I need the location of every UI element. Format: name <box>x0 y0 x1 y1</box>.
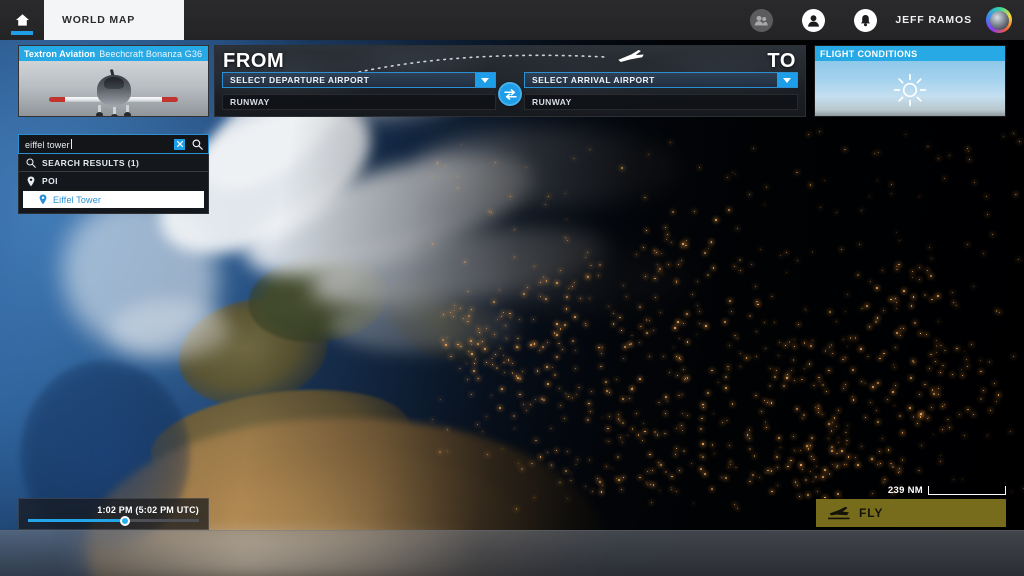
search-results-count: SEARCH RESULTS (1) <box>42 157 140 168</box>
fly-button-label: FLY <box>859 506 884 520</box>
map-pin-icon <box>27 176 35 186</box>
home-button[interactable] <box>0 0 44 40</box>
map-scale-ruler <box>928 486 1006 495</box>
flight-plan-panel: FROM TO SELECT DEPARTURE AIRPORT RUNWAY … <box>214 45 806 117</box>
flight-conditions-title: FLIGHT CONDITIONS <box>820 48 918 59</box>
search-icon <box>192 139 203 150</box>
swap-arrows-icon <box>503 88 517 100</box>
arrival-column: SELECT ARRIVAL AIRPORT RUNWAY <box>524 72 798 110</box>
avatar-image <box>989 10 1009 30</box>
search-submit-button[interactable] <box>190 139 204 150</box>
fly-button[interactable]: FLY <box>816 499 1006 527</box>
aircraft-landing-gear <box>110 107 118 116</box>
departure-runway-value: RUNWAY <box>230 97 270 107</box>
friends-icon <box>749 8 773 32</box>
time-of-day-panel: 1:02 PM (5:02 PM UTC) <box>18 498 209 530</box>
map-scale-distance: 239 NM <box>887 485 923 496</box>
tab-world-map[interactable]: WORLD MAP <box>44 0 184 40</box>
bottom-frosted-bar <box>0 530 1024 576</box>
aircraft-image <box>19 61 208 116</box>
search-category-poi: POI <box>19 172 208 190</box>
flight-conditions-header: FLIGHT CONDITIONS <box>815 46 1005 61</box>
search-results-panel: SEARCH RESULTS (1) POI Eiffel Tower <box>18 154 209 214</box>
search-result-label: Eiffel Tower <box>53 194 101 205</box>
home-icon <box>15 14 29 26</box>
world-map-screen: WORLD MAP JEFF RAMOS Textron Aviation Be… <box>0 0 1024 576</box>
tab-world-map-label: WORLD MAP <box>62 14 136 26</box>
aircraft-landing-gear <box>96 105 103 116</box>
aircraft-model: Beechcraft Bonanza G36 <box>99 48 203 59</box>
flight-conditions-body <box>815 61 1005 116</box>
sun-icon <box>893 73 927 106</box>
chevron-down-icon[interactable] <box>777 73 797 87</box>
close-icon <box>176 141 183 147</box>
search-category-label: POI <box>42 176 58 186</box>
topbar-right-cluster: JEFF RAMOS <box>735 0 1024 40</box>
arrival-airport-value: SELECT ARRIVAL AIRPORT <box>532 75 655 85</box>
aircraft-canopy <box>103 77 124 89</box>
friends-button[interactable] <box>735 8 787 32</box>
departure-airport-select[interactable]: SELECT DEPARTURE AIRPORT <box>222 72 496 88</box>
aircraft-brand: Textron Aviation <box>24 48 96 59</box>
flight-conditions-panel[interactable]: FLIGHT CONDITIONS <box>814 45 1006 117</box>
search-icon <box>26 157 36 168</box>
takeoff-icon <box>828 506 850 520</box>
username-label: JEFF RAMOS <box>895 14 972 26</box>
text-caret <box>70 138 72 149</box>
search-input[interactable]: eiffel tower <box>18 134 209 154</box>
profile-icon <box>801 8 825 32</box>
time-slider-handle[interactable] <box>120 515 131 526</box>
arrival-airport-select[interactable]: SELECT ARRIVAL AIRPORT <box>524 72 798 88</box>
clear-search-button[interactable] <box>174 138 185 150</box>
profile-button[interactable] <box>787 8 839 32</box>
to-label: TO <box>767 50 796 72</box>
from-label: FROM <box>223 50 285 72</box>
aircraft-wingtip-left <box>49 97 65 102</box>
time-slider[interactable] <box>28 515 199 526</box>
airplane-icon <box>618 50 644 62</box>
swap-airports-button[interactable] <box>498 82 522 106</box>
chevron-down-icon[interactable] <box>475 73 495 87</box>
aircraft-card-header: Textron Aviation Beechcraft Bonanza G36 <box>19 46 208 61</box>
search-query-text: eiffel tower <box>25 139 70 150</box>
departure-airport-value: SELECT DEPARTURE AIRPORT <box>230 75 370 85</box>
arrival-runway-field[interactable]: RUNWAY <box>524 94 798 110</box>
search-results-header: SEARCH RESULTS (1) <box>19 154 208 172</box>
avatar[interactable] <box>986 7 1012 33</box>
notifications-button[interactable] <box>839 8 891 32</box>
search-result-item[interactable]: Eiffel Tower <box>23 191 204 208</box>
arrival-runway-value: RUNWAY <box>532 97 572 107</box>
bell-icon <box>853 8 877 32</box>
search-panel: eiffel tower SEARCH RESULTS (1) POI Eiff… <box>18 134 209 214</box>
departure-column: SELECT DEPARTURE AIRPORT RUNWAY <box>222 72 496 110</box>
search-input-value: eiffel tower <box>25 138 169 150</box>
time-label: 1:02 PM (5:02 PM UTC) <box>97 504 199 515</box>
active-tab-indicator <box>11 31 33 35</box>
map-pin-icon <box>39 194 47 205</box>
aircraft-landing-gear <box>124 105 131 116</box>
departure-runway-field[interactable]: RUNWAY <box>222 94 496 110</box>
aircraft-wingtip-right <box>162 97 178 102</box>
time-slider-fill <box>28 519 126 522</box>
map-scale-bar: 239 NM <box>888 485 1006 496</box>
aircraft-card[interactable]: Textron Aviation Beechcraft Bonanza G36 <box>18 45 209 117</box>
top-navigation-bar: WORLD MAP JEFF RAMOS <box>0 0 1024 40</box>
